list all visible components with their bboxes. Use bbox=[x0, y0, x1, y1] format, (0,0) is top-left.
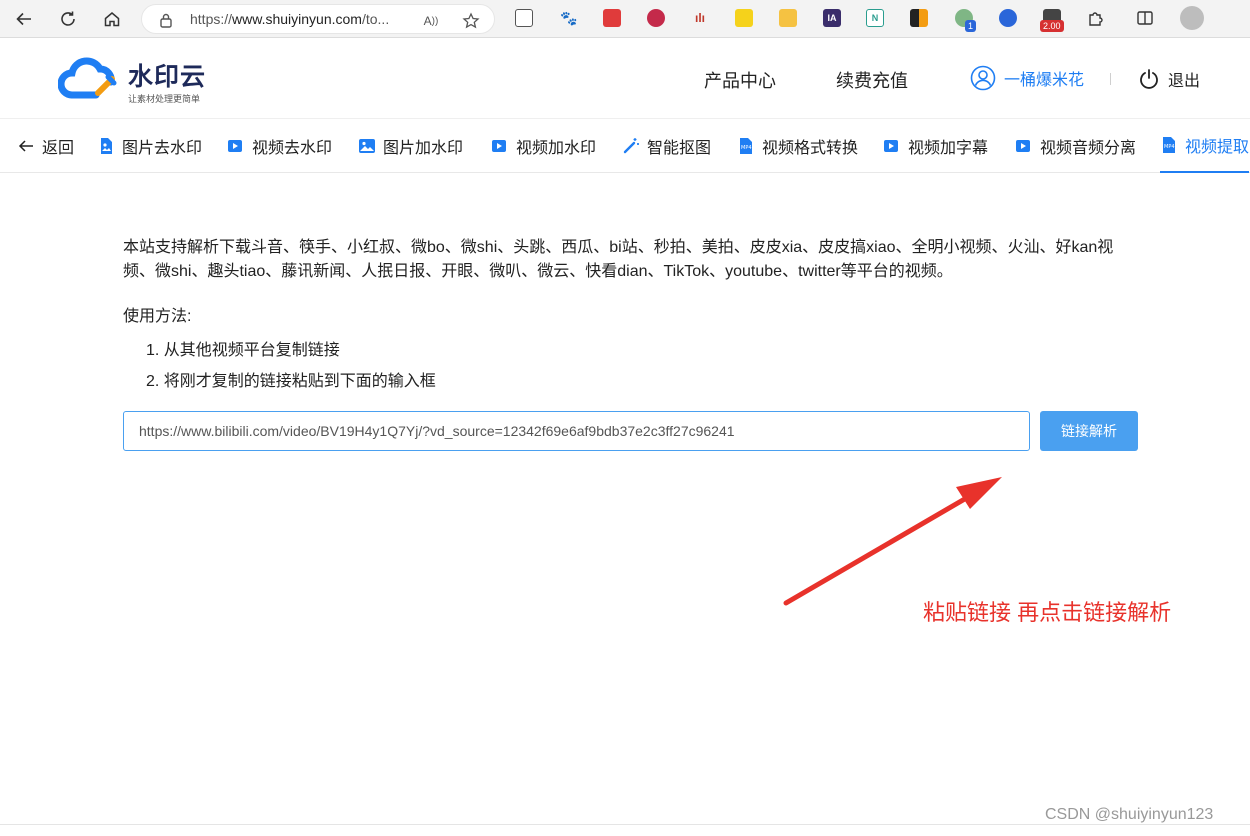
video-icon bbox=[1015, 137, 1033, 155]
video-icon bbox=[227, 137, 245, 155]
price-badge: 2.00 bbox=[1040, 20, 1064, 32]
tool-tabs: 返回 图片去水印 视频去水印 图片加水印 视频加水印 智能抠图 MP4 视频格式… bbox=[0, 118, 1250, 173]
usage-title: 使用方法: bbox=[123, 308, 192, 325]
svg-text:MP4: MP4 bbox=[1164, 144, 1175, 150]
header-divider bbox=[1110, 73, 1111, 85]
chart-extension-icon[interactable]: ılı bbox=[691, 9, 709, 27]
url-text: https://www.shuiyinyun.com/to... bbox=[190, 11, 390, 27]
tab-video-remove-watermark[interactable]: 视频去水印 bbox=[227, 119, 332, 173]
usage-step-2: 2. 将刚才复制的链接粘贴到下面的输入框 bbox=[146, 373, 436, 390]
collections-icon[interactable] bbox=[515, 9, 533, 27]
video-url-input[interactable] bbox=[123, 411, 1030, 451]
home-icon[interactable] bbox=[101, 8, 123, 30]
tab-image-add-watermark[interactable]: 图片加水印 bbox=[358, 119, 463, 173]
browser-toolbar: https://www.shuiyinyun.com/to... A)) 🐾 ı… bbox=[0, 0, 1250, 38]
site-header: 水印云 让素材处理更简单 产品中心 续费充值 一桶爆米花 退出 bbox=[0, 39, 1250, 118]
extensions-puzzle-icon[interactable] bbox=[1087, 9, 1105, 27]
logout-button[interactable]: 退出 bbox=[1138, 67, 1200, 91]
nav-recharge[interactable]: 续费充值 bbox=[836, 67, 908, 93]
n-extension-icon[interactable]: N bbox=[866, 9, 884, 27]
annotation-text: 粘贴链接 再点击链接解析 bbox=[923, 600, 1172, 625]
user-icon bbox=[970, 65, 996, 91]
paw-icon[interactable]: 🐾 bbox=[560, 9, 578, 27]
back-arrow-icon bbox=[17, 137, 35, 155]
site-logo[interactable]: 水印云 让素材处理更简单 bbox=[58, 55, 205, 104]
tab-video-add-watermark[interactable]: 视频加水印 bbox=[491, 119, 596, 173]
tab-video-add-subtitle[interactable]: 视频加字幕 bbox=[883, 119, 988, 173]
mp4-file-icon: MP4 bbox=[1160, 136, 1178, 154]
platform-description: 本站支持解析下载斗音、筷手、小红叔、微bo、微shi、头跳、西瓜、bi站、秒拍、… bbox=[123, 239, 1114, 280]
ia-extension-icon[interactable]: IA bbox=[823, 9, 841, 27]
refresh-icon[interactable] bbox=[57, 8, 79, 30]
fox-extension-icon[interactable] bbox=[779, 9, 797, 27]
list-extension-icon[interactable] bbox=[603, 9, 621, 27]
annotation-arrow-icon bbox=[783, 477, 1002, 606]
image-icon bbox=[358, 137, 376, 155]
nav-product-center[interactable]: 产品中心 bbox=[704, 67, 776, 93]
favorite-star-icon[interactable] bbox=[462, 12, 480, 30]
tab-video-format-convert[interactable]: MP4 视频格式转换 bbox=[737, 119, 858, 173]
logo-subtitle: 让素材处理更简单 bbox=[128, 94, 201, 104]
tab-smart-cutout[interactable]: 智能抠图 bbox=[622, 119, 711, 173]
bottom-divider bbox=[0, 824, 1250, 825]
video-icon bbox=[883, 137, 901, 155]
pen-extension-icon[interactable] bbox=[735, 9, 753, 27]
user-account[interactable]: 一桶爆米花 bbox=[970, 65, 1084, 91]
speed-extension-icon[interactable] bbox=[999, 9, 1017, 27]
tab-video-audio-separate[interactable]: 视频音频分离 bbox=[1015, 119, 1136, 173]
video-icon bbox=[491, 137, 509, 155]
mp4-file-icon: MP4 bbox=[737, 137, 755, 155]
cloud-logo-icon bbox=[58, 57, 117, 99]
extension-badge: 1 bbox=[965, 20, 977, 32]
svg-text:MP4: MP4 bbox=[741, 145, 752, 151]
split-screen-icon[interactable] bbox=[1136, 9, 1154, 27]
usage-step-1: 1. 从其他视频平台复制链接 bbox=[146, 342, 340, 359]
back-arrow-icon[interactable] bbox=[13, 8, 35, 30]
csdn-watermark: CSDN @shuiyinyun123 bbox=[1045, 806, 1214, 823]
eye-extension-icon[interactable] bbox=[647, 9, 665, 27]
image-file-icon bbox=[97, 137, 115, 155]
logo-title: 水印云 bbox=[128, 63, 207, 91]
tab-image-remove-watermark[interactable]: 图片去水印 bbox=[97, 119, 202, 173]
address-bar[interactable]: https://www.shuiyinyun.com/to... A)) bbox=[141, 4, 495, 34]
flag-extension-icon[interactable] bbox=[910, 9, 928, 27]
magic-wand-icon bbox=[622, 137, 640, 155]
profile-avatar-icon[interactable] bbox=[1180, 6, 1204, 30]
user-name: 一桶爆米花 bbox=[1004, 72, 1085, 89]
tab-back[interactable]: 返回 bbox=[17, 119, 74, 173]
logout-label: 退出 bbox=[1168, 73, 1201, 90]
parse-link-button[interactable]: 链接解析 bbox=[1040, 411, 1138, 451]
lock-icon bbox=[159, 12, 173, 31]
tab-video-extract[interactable]: MP4 视频提取 bbox=[1160, 119, 1250, 173]
read-aloud-icon[interactable]: A)) bbox=[422, 12, 440, 30]
power-icon bbox=[1140, 69, 1158, 89]
